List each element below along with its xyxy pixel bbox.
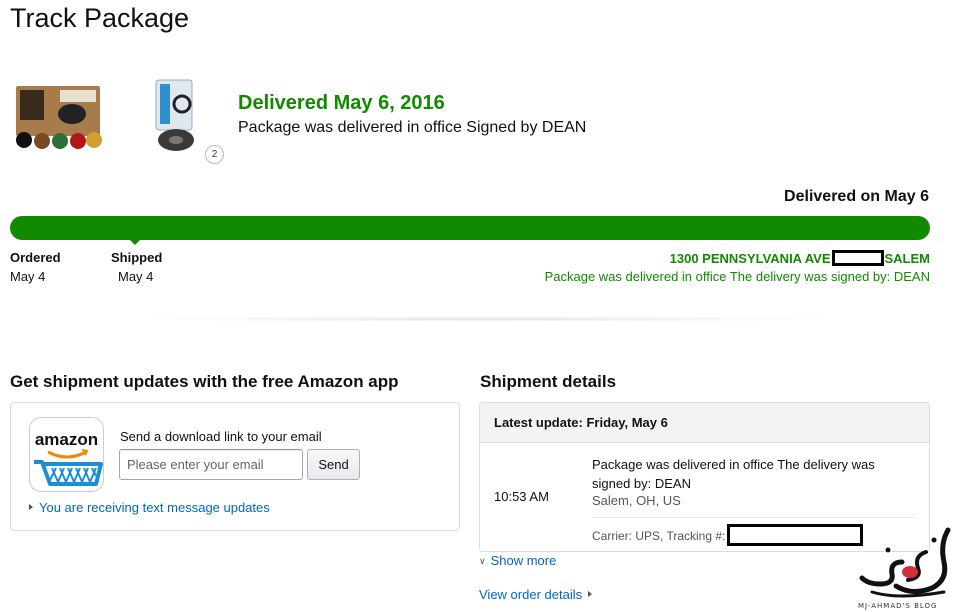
carrier-label: Carrier: UPS, Tracking #:: [592, 529, 726, 543]
show-more-label: Show more: [490, 553, 557, 568]
delivered-on-label: Delivered on May 6: [784, 188, 929, 205]
progress-bar: [10, 216, 930, 240]
event-description: Package was delivered in office The deli…: [592, 457, 875, 491]
amazon-app-icon[interactable]: amazon: [29, 417, 104, 492]
page-title: Track Package: [10, 3, 190, 33]
event-time: 10:53 AM: [494, 489, 549, 504]
show-more-link[interactable]: ∨ Show more: [479, 553, 556, 568]
product-thumbnail-coffee[interactable]: [14, 84, 104, 150]
event-location: Salem, OH, US: [592, 493, 681, 508]
view-order-details-link[interactable]: View order details: [479, 587, 593, 602]
step-shipped-date: May 4: [118, 269, 154, 284]
destination-note: Package was delivered in office The deli…: [544, 269, 930, 284]
step-ordered-date: May 4: [10, 269, 46, 284]
carrier-tracking: Carrier: UPS, Tracking #:: [592, 524, 864, 546]
divider: [592, 517, 915, 518]
download-link-prompt: Send a download link to your email: [120, 429, 322, 444]
watermark-text: MJ-AHMAD'S BLOG: [858, 602, 938, 610]
view-order-details-label: View order details: [479, 587, 583, 602]
sms-updates-label: You are receiving text message updates: [39, 500, 270, 515]
email-input[interactable]: [119, 449, 303, 480]
step-shipped-label: Shipped: [111, 250, 163, 265]
delivery-status-subtext: Package was delivered in office Signed b…: [238, 119, 587, 136]
delivery-status-heading: Delivered May 6, 2016: [238, 92, 445, 114]
destination-address: 1300 PENNSYLVANIA AVE SALEM: [670, 250, 930, 266]
latest-update-header: Latest update: Friday, May 6: [480, 403, 929, 443]
redacted-block: [831, 250, 884, 266]
caret-right-icon: [29, 504, 33, 510]
latest-update-text: Latest update: Friday, May 6: [494, 415, 668, 430]
redacted-tracking-number: [727, 524, 864, 546]
sms-updates-link[interactable]: You are receiving text message updates: [29, 500, 270, 515]
progress-marker: [130, 240, 140, 245]
section-divider: [130, 316, 840, 322]
app-promo-panel: amazon Send a download link to your emai…: [10, 402, 460, 531]
product-thumbnail-velcro[interactable]: [152, 78, 200, 154]
step-ordered-label: Ordered: [10, 250, 61, 265]
watermark-logo: [859, 527, 951, 598]
shipment-details-title: Shipment details: [480, 372, 617, 391]
chevron-down-icon: ∨: [479, 556, 486, 566]
send-button[interactable]: Send: [307, 449, 360, 480]
app-promo-title: Get shipment updates with the free Amazo…: [10, 372, 399, 391]
cart-icon: [34, 449, 103, 486]
quantity-badge: 2: [205, 145, 224, 164]
address-street: 1300 PENNSYLVANIA AVE: [669, 251, 831, 266]
address-city: SALEM: [884, 251, 931, 266]
caret-right-icon: [588, 591, 593, 597]
